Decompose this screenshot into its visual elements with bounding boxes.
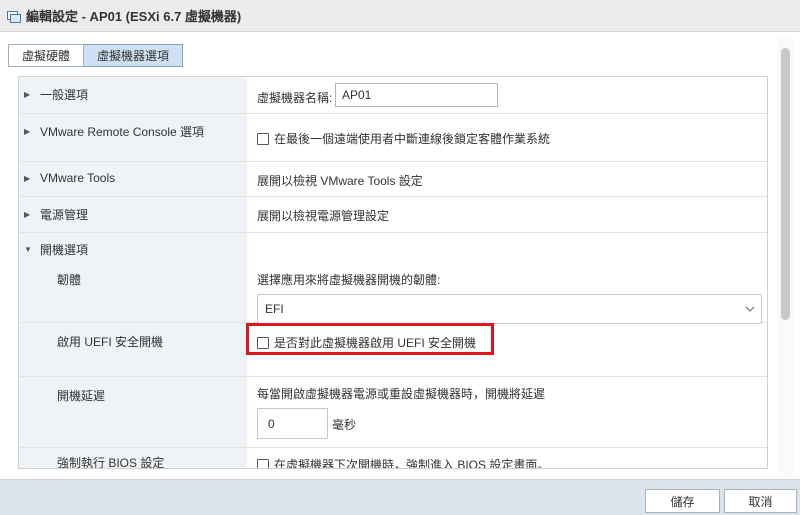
power-management-hint: 展開以檢視電源管理設定 (257, 209, 390, 223)
tab-bar: 虛擬硬體 虛擬機器選項 (8, 44, 184, 67)
caret-right-icon: ▶ (24, 173, 31, 183)
collapse-boot-options[interactable]: ▼ 開機選項 (24, 241, 88, 258)
expand-power-management[interactable]: ▶ 電源管理 (24, 206, 88, 223)
uefi-secure-boot-checkbox-label: 是否對此虛擬機器啟用 UEFI 安全開機 (274, 336, 477, 350)
remote-console-lock-checkbox[interactable] (257, 133, 269, 145)
caret-right-icon: ▶ (24, 210, 31, 219)
uefi-secure-boot-option[interactable]: 是否對此虛擬機器啟用 UEFI 安全開機 (257, 334, 476, 351)
row-force-bios: 強制執行 BIOS 設定 在虛擬機器下次開機時，強制進入 BIOS 設定畫面。 (19, 448, 767, 469)
caret-down-icon: ▼ (24, 245, 32, 254)
boot-delay-label: 開機延遲 (57, 389, 106, 403)
row-boot-options: ▼ 開機選項 (19, 233, 767, 261)
firmware-label: 韌體 (57, 273, 82, 287)
power-management-label: 電源管理 (40, 208, 89, 222)
row-power-management: ▶ 電源管理 展開以檢視電源管理設定 (19, 197, 767, 233)
boot-delay-input[interactable] (257, 408, 328, 439)
remote-console-label: VMware Remote Console 選項 (40, 125, 205, 139)
cancel-button[interactable]: 取消 (724, 489, 797, 513)
save-button[interactable]: 儲存 (645, 489, 720, 513)
force-bios-option[interactable]: 在虛擬機器下次開機時，強制進入 BIOS 設定畫面。 (257, 456, 550, 469)
firmware-select[interactable]: EFI (257, 294, 762, 324)
caret-right-icon: ▶ (24, 127, 31, 136)
row-remote-console: ▶ VMware Remote Console 選項 在最後一個遠端使用者中斷連… (19, 114, 767, 162)
force-bios-label: 強制執行 BIOS 設定 (57, 456, 165, 469)
row-vmware-tools: ▶ VMware Tools 展開以檢視 VMware Tools 設定 (19, 162, 767, 197)
boot-delay-description: 每當開啟虛擬機器電源或重設虛擬機器時，開機將延遲 (257, 387, 546, 401)
firmware-description: 選擇應用來將虛擬機器開機的韌體: (257, 273, 441, 287)
remote-console-lock-label: 在最後一個遠端使用者中斷連線後鎖定客體作業系統 (274, 132, 551, 146)
row-firmware: 韌體 選擇應用來將虛擬機器開機的韌體: EFI (19, 261, 767, 324)
dialog-footer: 儲存 取消 (0, 479, 800, 515)
vm-icon (6, 8, 22, 24)
remote-console-lock-option[interactable]: 在最後一個遠端使用者中斷連線後鎖定客體作業系統 (257, 130, 550, 147)
row-uefi-secure-boot: 啟用 UEFI 安全開機 是否對此虛擬機器啟用 UEFI 安全開機 (19, 323, 767, 377)
row-boot-delay: 開機延遲 每當開啟虛擬機器電源或重設虛擬機器時，開機將延遲 毫秒 (19, 377, 767, 448)
expand-remote-console[interactable]: ▶ VMware Remote Console 選項 (24, 123, 204, 140)
boot-options-label: 開機選項 (40, 243, 89, 257)
uefi-secure-boot-label: 啟用 UEFI 安全開機 (57, 335, 164, 349)
expand-vmware-tools[interactable]: ▶ VMware Tools (24, 171, 115, 185)
scrollbar-thumb[interactable] (781, 48, 790, 320)
firmware-select-value: EFI (265, 302, 284, 316)
expand-general-options[interactable]: ▶ 一般選項 (24, 86, 88, 103)
caret-right-icon: ▶ (24, 90, 31, 99)
vm-name-label: 虛擬機器名稱: (257, 91, 333, 105)
force-bios-checkbox-label: 在虛擬機器下次開機時，強制進入 BIOS 設定畫面。 (274, 458, 550, 469)
chevron-down-icon (745, 303, 755, 317)
settings-panel: ▶ 一般選項 虛擬機器名稱: ▶ VMware Remote Console 選… (18, 76, 768, 469)
vmware-tools-label: VMware Tools (40, 171, 116, 185)
window-titlebar: 編輯設定 - AP01 (ESXi 6.7 虛擬機器) (0, 0, 800, 32)
tab-vm-options[interactable]: 虛擬機器選項 (84, 44, 184, 67)
boot-delay-unit: 毫秒 (332, 418, 357, 432)
general-options-label: 一般選項 (40, 88, 89, 102)
force-bios-checkbox[interactable] (257, 459, 269, 468)
row-general-options: ▶ 一般選項 虛擬機器名稱: (19, 77, 767, 114)
vm-name-input[interactable] (335, 83, 498, 107)
vmware-tools-hint: 展開以檢視 VMware Tools 設定 (257, 174, 423, 188)
tab-virtual-hardware[interactable]: 虛擬硬體 (8, 44, 85, 67)
window-title: 編輯設定 - AP01 (ESXi 6.7 虛擬機器) (26, 9, 242, 24)
uefi-secure-boot-checkbox[interactable] (257, 337, 269, 349)
